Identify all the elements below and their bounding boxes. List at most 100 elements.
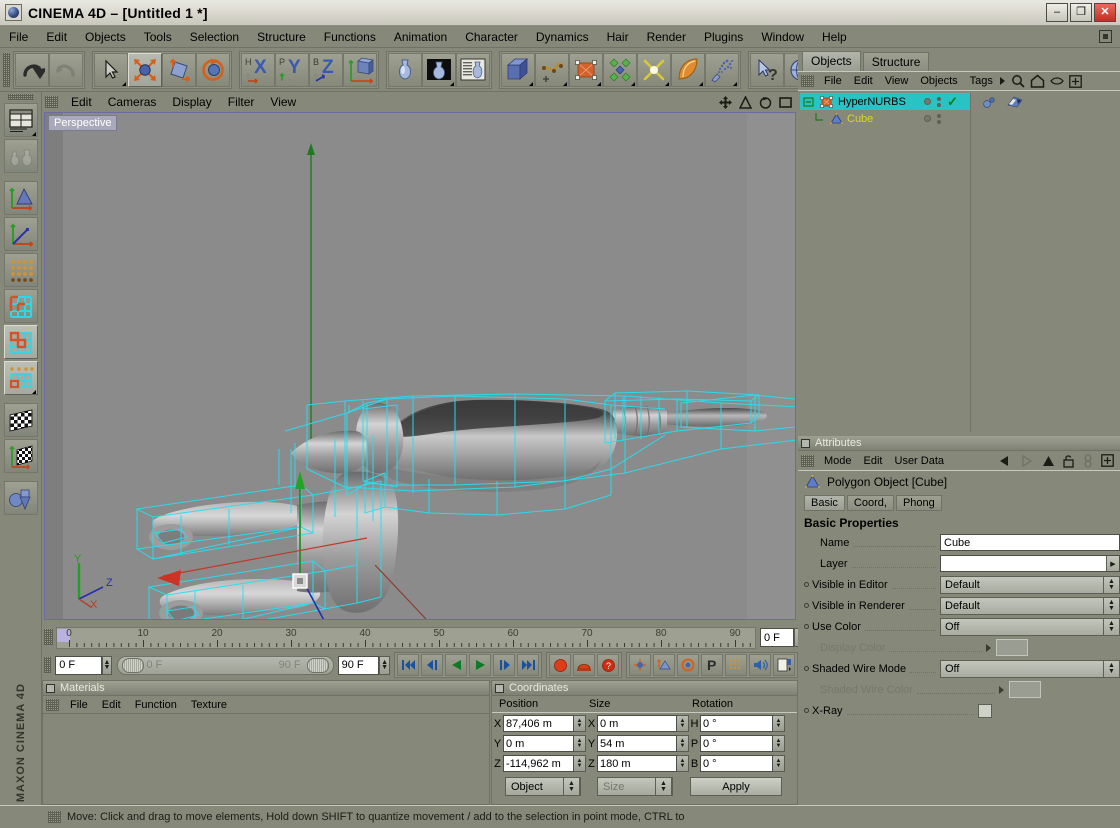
materials-menu-grip[interactable]: [46, 698, 59, 711]
shaded-wire-mode-dropdown[interactable]: Off ▲ ▼: [940, 659, 1120, 678]
viewport-rotate-icon[interactable]: [759, 96, 772, 109]
object-axis-mode-button[interactable]: [3, 217, 38, 251]
use-color-dropdown[interactable]: Off ▲ ▼: [940, 617, 1120, 636]
coordinates-panel-icon[interactable]: [495, 683, 504, 693]
rotation-p-spinner[interactable]: ▲ ▼: [773, 735, 785, 752]
rotation-b-spinner[interactable]: ▲ ▼: [773, 755, 785, 772]
tab-objects[interactable]: Objects: [802, 51, 861, 71]
texture-tag-icon[interactable]: [1006, 95, 1024, 109]
play-button[interactable]: [469, 654, 491, 676]
viewport-menu-cameras[interactable]: Cameras: [100, 94, 165, 110]
texture-axis-mode-button[interactable]: [3, 439, 38, 473]
minimize-button[interactable]: –: [1046, 3, 1068, 22]
home-icon[interactable]: [1030, 74, 1045, 88]
add-cube-button[interactable]: [501, 52, 535, 87]
size-y-input[interactable]: 54 m: [597, 735, 677, 752]
menu-render[interactable]: Render: [638, 28, 695, 46]
record-parameter-button[interactable]: P: [701, 654, 723, 676]
visibility-renderer-dots[interactable]: [937, 113, 941, 124]
add-nurbs-button[interactable]: [569, 52, 603, 87]
xray-checkbox[interactable]: [978, 703, 993, 718]
next-page-button[interactable]: [773, 654, 795, 676]
tab-structure[interactable]: Structure: [862, 52, 930, 71]
keyframe-selection-button[interactable]: ?: [597, 654, 619, 676]
y-axis-lock-button[interactable]: P Y: [275, 52, 309, 87]
goto-start-button[interactable]: [397, 654, 419, 676]
z-axis-lock-button[interactable]: B Z: [309, 52, 343, 87]
model-mode-button[interactable]: [3, 181, 38, 215]
coordinates-mode-arrows[interactable]: ▲ ▼: [563, 777, 580, 796]
link-icon[interactable]: [1083, 453, 1093, 468]
rotate-tool-button[interactable]: [196, 52, 230, 87]
viewport-3d-scene[interactable]: [45, 113, 796, 620]
make-editable-button[interactable]: [3, 139, 38, 173]
viewport-menu-display[interactable]: Display: [164, 94, 219, 110]
attributes-menu-grip[interactable]: [801, 454, 814, 467]
timeline-row2-grip[interactable]: [44, 657, 52, 673]
rotation-p-input[interactable]: 0 °: [700, 735, 773, 752]
objects-menu-grip[interactable]: [801, 75, 814, 87]
selection-tool-button[interactable]: [94, 52, 128, 87]
object-row-visibility-dots[interactable]: [918, 110, 970, 127]
menu-dynamics[interactable]: Dynamics: [527, 28, 598, 46]
size-x-input[interactable]: 0 m: [597, 715, 677, 732]
menu-hair[interactable]: Hair: [598, 28, 638, 46]
record-rotation-button[interactable]: [677, 654, 699, 676]
objects-tree[interactable]: HyperNURBS ✓ Cube: [800, 93, 1118, 432]
record-scale-button[interactable]: [653, 654, 675, 676]
phong-tag-icon[interactable]: [982, 95, 999, 109]
menu-file[interactable]: File: [0, 28, 37, 46]
layout-presets-button[interactable]: [3, 103, 38, 137]
visible-in-editor-dropdown[interactable]: Default ▲ ▼: [940, 575, 1120, 594]
size-z-input[interactable]: 180 m: [597, 755, 677, 772]
rotation-h-input[interactable]: 0 °: [700, 715, 773, 732]
world-object-coord-button[interactable]: [343, 52, 377, 87]
visible-in-renderer-arrows[interactable]: ▲ ▼: [1103, 596, 1120, 615]
add-light-camera-button[interactable]: [671, 52, 705, 87]
menu-selection[interactable]: Selection: [181, 28, 248, 46]
objects-menu-file[interactable]: File: [818, 74, 848, 88]
range-slider-left-knob[interactable]: [122, 657, 145, 673]
timeline-range-slider[interactable]: 0 F 90 F: [117, 655, 334, 675]
menu-structure[interactable]: Structure: [248, 28, 315, 46]
shaded-wire-color-expand-icon[interactable]: [999, 685, 1005, 694]
display-color-expand-icon[interactable]: [985, 643, 991, 652]
add-deformer-button[interactable]: [637, 52, 671, 87]
render-region-button[interactable]: [422, 52, 456, 87]
size-x-spinner[interactable]: ▲ ▼: [677, 715, 689, 732]
add-array-button[interactable]: [603, 52, 637, 87]
materials-menu-edit[interactable]: Edit: [95, 698, 128, 712]
table-row[interactable]: Cube: [800, 110, 1118, 127]
position-z-input[interactable]: -114,962 m: [503, 755, 574, 772]
position-x-spinner[interactable]: ▲ ▼: [574, 715, 586, 732]
help-cursor-button[interactable]: ?: [750, 52, 784, 87]
back-icon[interactable]: [998, 455, 1012, 467]
record-position-button[interactable]: [629, 654, 651, 676]
timeline-end-frame-input[interactable]: 90 F: [337, 655, 380, 675]
goto-end-button[interactable]: [517, 654, 539, 676]
attr-tab-phong[interactable]: Phong: [895, 495, 942, 511]
coordinates-size-arrows[interactable]: ▲ ▼: [655, 777, 672, 796]
scale-tool-button[interactable]: [162, 52, 196, 87]
object-enabled-check[interactable]: ✓: [947, 95, 958, 108]
object-tags[interactable]: [970, 95, 1024, 109]
viewport-menu-grip[interactable]: [45, 96, 58, 108]
timeline-current-frame-right[interactable]: 0 F: [760, 628, 794, 647]
move-tool-button[interactable]: [128, 52, 162, 87]
visibility-renderer-dots[interactable]: [937, 96, 941, 107]
left-toolbar-grip[interactable]: [7, 94, 34, 100]
attributes-menu-mode[interactable]: Mode: [818, 454, 858, 468]
attr-tab-coord[interactable]: Coord,: [846, 495, 894, 511]
rotation-h-spinner[interactable]: ▲ ▼: [773, 715, 785, 732]
add-particles-button[interactable]: [705, 52, 739, 87]
layer-dropdown-arrow[interactable]: ▶: [1106, 556, 1119, 571]
layout-toggle-icon[interactable]: [1099, 30, 1112, 43]
timeline-grip[interactable]: [44, 629, 53, 645]
enable-axis-button[interactable]: [3, 481, 38, 515]
object-row-hypernurbs[interactable]: HyperNURBS: [800, 93, 918, 110]
search-icon[interactable]: [1011, 74, 1025, 88]
eye-icon[interactable]: [1050, 76, 1064, 86]
render-view-button[interactable]: [388, 52, 422, 87]
uv-mode-button[interactable]: [3, 361, 38, 395]
step-forward-button[interactable]: [493, 654, 515, 676]
